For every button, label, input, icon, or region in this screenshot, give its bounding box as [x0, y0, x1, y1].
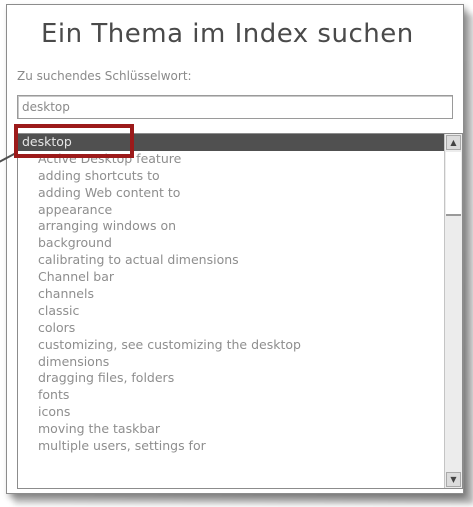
index-item[interactable]: dimensions	[18, 354, 444, 371]
scroll-down-button[interactable]: ▼	[446, 472, 461, 487]
index-search-panel: Ein Thema im Index suchen Zu suchendes S…	[6, 4, 464, 494]
index-item[interactable]: appearance	[18, 202, 444, 219]
search-keyword-label: Zu suchendes Schlüsselwort:	[17, 69, 192, 83]
index-item[interactable]: arranging windows on	[18, 218, 444, 235]
index-item[interactable]: adding Web content to	[18, 185, 444, 202]
index-item[interactable]: moving the taskbar	[18, 421, 444, 438]
index-item[interactable]: colors	[18, 320, 444, 337]
search-keyword-input[interactable]	[17, 95, 453, 119]
arrow-up-icon: ▲	[450, 138, 457, 147]
index-item[interactable]: adding shortcuts to	[18, 168, 444, 185]
index-list: desktop Active Desktop feature adding shor…	[18, 134, 444, 488]
dialog-title: Ein Thema im Index suchen	[41, 19, 414, 49]
arrow-down-icon: ▼	[450, 475, 457, 484]
scroll-up-button[interactable]: ▲	[446, 135, 461, 150]
index-item[interactable]: calibrating to actual dimensions	[18, 252, 444, 269]
index-item[interactable]: fonts	[18, 387, 444, 404]
index-item[interactable]: background	[18, 235, 444, 252]
index-item-selected[interactable]: desktop	[18, 134, 444, 151]
vertical-scrollbar[interactable]: ▲ ▼	[444, 134, 462, 488]
scroll-thumb[interactable]	[446, 152, 461, 216]
index-item[interactable]: multiple users, settings for	[18, 438, 444, 455]
index-item[interactable]: channels	[18, 286, 444, 303]
index-item[interactable]: customizing, see customizing the desktop	[18, 337, 444, 354]
index-item[interactable]: Channel bar	[18, 269, 444, 286]
index-item[interactable]: Active Desktop feature	[18, 151, 444, 168]
index-item[interactable]: icons	[18, 404, 444, 421]
index-item[interactable]: dragging files, folders	[18, 370, 444, 387]
index-listbox[interactable]: desktop Active Desktop feature adding shor…	[17, 133, 463, 489]
index-item[interactable]: classic	[18, 303, 444, 320]
